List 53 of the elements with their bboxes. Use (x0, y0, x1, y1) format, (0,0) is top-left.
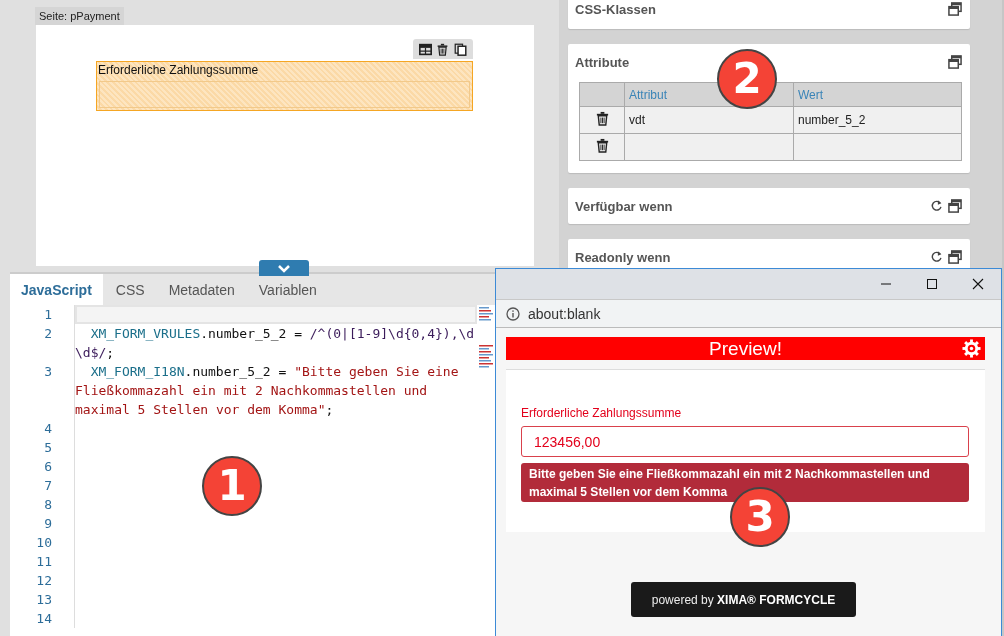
line-number: 13 (10, 590, 75, 609)
line-number: 3 (10, 362, 75, 419)
layout-icon (419, 42, 433, 56)
line-number: 4 (10, 419, 75, 438)
chevron-down-icon (277, 263, 291, 273)
form-field[interactable]: Erforderliche Zahlungssumme (96, 61, 473, 111)
window-restore-icon (948, 250, 962, 264)
panel-title: Verfügbar wenn (575, 198, 673, 214)
line-number: 8 (10, 495, 75, 514)
maximize-icon (926, 278, 938, 290)
trash-icon (436, 42, 450, 56)
line-number: 11 (10, 552, 75, 571)
line-number: 12 (10, 571, 75, 590)
trash-icon (594, 138, 610, 153)
field-label: Erforderliche Zahlungssumme (521, 406, 683, 420)
editor-tab[interactable]: Metadaten (157, 274, 246, 305)
editor-tab[interactable]: CSS (104, 274, 156, 305)
line-number: 10 (10, 533, 75, 552)
line-number: 9 (10, 514, 75, 533)
panel-title: CSS-Klassen (575, 1, 656, 17)
editor-tab[interactable]: Variablen (247, 274, 328, 305)
line-number: 14 (10, 609, 75, 628)
field-label: Erforderliche Zahlungssumme (97, 62, 260, 79)
line-number: 7 (10, 476, 75, 495)
line-number: 2 (10, 324, 75, 362)
table-cell: number_5_2 (793, 106, 962, 134)
trash-icon (594, 111, 610, 126)
column-header: Wert (793, 82, 962, 107)
refresh-icon (930, 199, 944, 213)
collapse-button[interactable] (259, 260, 309, 276)
input-field[interactable] (99, 81, 470, 108)
refresh-icon (930, 250, 944, 264)
powered-by-label: powered by XIMA® FORMCYCLE (631, 582, 856, 617)
code-line: XM_FORM_VRULES.number_5_2 = /^(0|[1-9]\d{0,4}),\d\d$/; (75, 325, 476, 362)
info-icon (506, 306, 520, 321)
code-line: XM_FORM_I18N.number_5_2 = "Bitte geben Sie eine Fließkommazahl ein mit 2 Nachkommastellen und maximal 5 Stellen vor dem Komma"; (75, 363, 460, 419)
panel-title: Attribute (575, 54, 630, 70)
close-icon (972, 278, 984, 290)
window-restore-icon (948, 55, 962, 69)
window-restore-icon (948, 199, 962, 213)
line-number: 5 (10, 438, 75, 457)
amount-input[interactable]: 123456,00 (521, 426, 969, 457)
copy-icon (453, 42, 467, 56)
banner-text: Preview! (709, 337, 782, 360)
step-number-badge: 1 (202, 456, 262, 516)
page-tab[interactable]: Seite: pPayment (35, 7, 124, 25)
panel-title: Readonly wenn (575, 249, 671, 265)
address-text[interactable]: about:blank (528, 305, 601, 322)
table-cell: vdt (624, 106, 794, 134)
settings-icon (962, 339, 981, 358)
line-number: 6 (10, 457, 75, 476)
step-number-badge: 2 (717, 49, 777, 109)
editor-tab[interactable]: JavaScript (10, 274, 103, 305)
